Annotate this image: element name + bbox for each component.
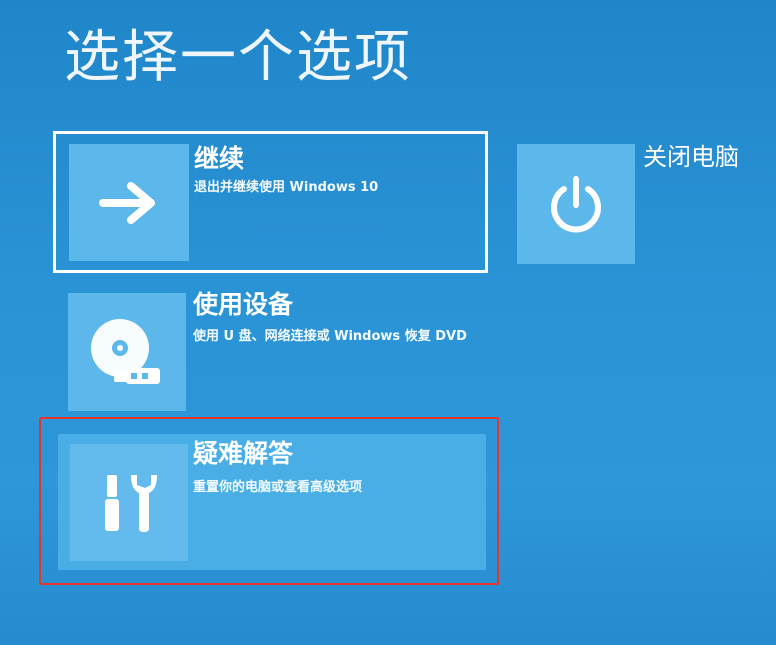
tools-icon	[105, 474, 157, 532]
continue-title: 继续	[194, 144, 245, 173]
shutdown-tile	[517, 144, 635, 264]
disc-usb-icon	[91, 319, 160, 384]
continue-tile	[69, 144, 189, 261]
shutdown-title: 关闭电脑	[643, 143, 739, 171]
troubleshoot-option[interactable]: 疑难解答 重置你的电脑或查看高级选项	[58, 434, 486, 570]
use-device-title: 使用设备	[193, 290, 294, 319]
troubleshoot-description: 重置你的电脑或查看高级选项	[193, 480, 363, 495]
continue-description: 退出并继续使用 Windows 10	[194, 180, 379, 195]
arrow-right-icon	[99, 181, 155, 224]
power-icon	[551, 176, 601, 233]
continue-option[interactable]: 继续 退出并继续使用 Windows 10	[53, 131, 488, 273]
troubleshoot-tile	[70, 444, 188, 561]
page-title: 选择一个选项	[64, 25, 412, 90]
use-device-description: 使用 U 盘、网络连接或 Windows 恢复 DVD	[193, 329, 467, 344]
troubleshoot-title: 疑难解答	[193, 439, 294, 468]
use-device-tile	[68, 293, 186, 411]
shutdown-option[interactable]: 关闭电脑	[517, 142, 767, 267]
use-device-option[interactable]: 使用设备 使用 U 盘、网络连接或 Windows 恢复 DVD	[53, 285, 488, 415]
